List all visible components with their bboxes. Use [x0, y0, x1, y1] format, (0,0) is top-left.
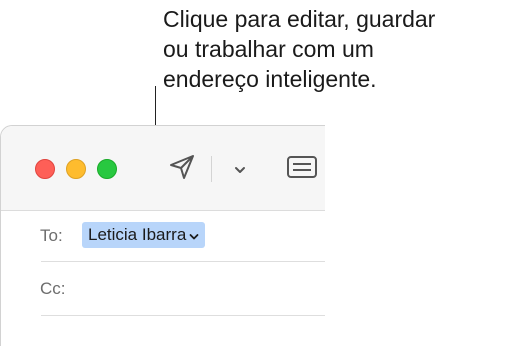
chevron-down-icon[interactable] — [233, 162, 247, 180]
to-label: To: — [40, 226, 63, 245]
zoom-button[interactable] — [97, 159, 117, 179]
close-button[interactable] — [35, 159, 55, 179]
smart-address-token[interactable]: Leticia Ibarra — [82, 222, 206, 248]
token-chevron-icon[interactable] — [189, 226, 199, 246]
token-name: Leticia Ibarra — [88, 225, 187, 244]
cc-label: Cc: — [40, 279, 66, 298]
to-divider — [41, 261, 325, 262]
minimize-button[interactable] — [66, 159, 86, 179]
callout-text: Clique para editar, guardar ou trabalhar… — [163, 6, 436, 92]
cc-divider — [41, 315, 325, 316]
mail-compose-window: To: Leticia Ibarra Cc: — [0, 125, 325, 346]
send-icon[interactable] — [169, 154, 195, 185]
toolbar-separator — [211, 156, 212, 182]
header-fields-icon[interactable] — [286, 154, 318, 185]
toolbar — [1, 126, 325, 211]
